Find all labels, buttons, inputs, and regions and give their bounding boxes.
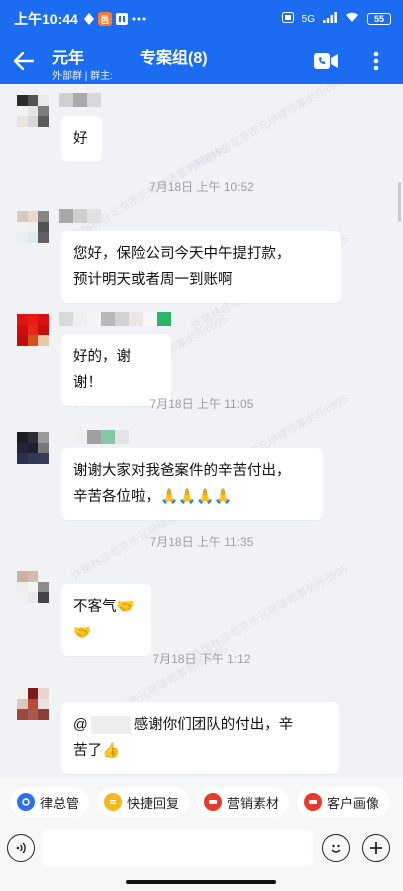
more-options-button[interactable] xyxy=(364,47,388,75)
chip-label: 客户画像 xyxy=(327,795,380,811)
avatar[interactable] xyxy=(17,95,49,127)
message-text: 苦了 xyxy=(73,743,102,759)
status-right: 5G 55 xyxy=(281,12,391,26)
avatar[interactable] xyxy=(17,211,49,243)
quick-action-chip[interactable]: 客户画像 xyxy=(297,787,390,817)
page-title: 专案组(8) xyxy=(140,50,208,67)
message-text: 感谢你们团队的付出，辛 xyxy=(133,717,294,733)
watermark: 许瑞林@北京市元甲律师事务所6995 xyxy=(189,563,351,663)
status-bar: 上午10:44 邑 5G 55 xyxy=(0,0,403,38)
mention-name-masked xyxy=(90,716,131,735)
sender-name-masked xyxy=(59,209,101,223)
chip-label: 营销素材 xyxy=(227,795,280,811)
system-home-bar xyxy=(0,872,403,891)
quick-action-chip[interactable]: 律总管 xyxy=(10,787,90,817)
wifi-icon xyxy=(345,12,359,26)
message-bubble[interactable]: 好 xyxy=(61,116,102,162)
chip-label: 律总管 xyxy=(40,795,80,811)
watermark: 许瑞林@北京市元甲律师事务所6995 xyxy=(189,84,351,173)
avatar[interactable] xyxy=(17,314,49,346)
chat-header: 元年 外部群 | 群主: 专案组(8) xyxy=(0,38,403,84)
message-input[interactable] xyxy=(43,830,313,866)
more-dots-icon xyxy=(132,17,146,21)
marketing-icon xyxy=(204,793,223,811)
status-time: 上午10:44 xyxy=(14,11,78,27)
chip-label: 快捷回复 xyxy=(127,795,180,811)
status-left-icons: 邑 xyxy=(83,12,146,26)
quick-action-chip[interactable]: 快捷回复 xyxy=(97,787,190,817)
voice-wave-icon xyxy=(16,842,26,854)
input-bar xyxy=(0,826,403,872)
message-text: 不客气 xyxy=(73,599,117,615)
thumbs-up-emoji-icon: 👍 xyxy=(102,743,121,759)
smiley-icon xyxy=(331,844,341,853)
message-line: 苦了👍 xyxy=(73,738,327,764)
time-separator: 7月18日 上午 11:35 xyxy=(149,535,254,549)
message-bubble[interactable]: 谢谢大家对我爸案件的辛苦付出， 辛苦各位啦，🙏🙏🙏🙏 xyxy=(61,448,323,520)
avatar[interactable] xyxy=(17,571,49,603)
vertical-dots-icon xyxy=(373,51,379,71)
chat-message-list[interactable]: 许瑞林@北京市元甲律师事务所6995 许瑞林@北京市元甲律师事务所6995 许瑞… xyxy=(0,84,403,778)
back-button[interactable] xyxy=(10,47,38,75)
time-separator: 7月18日 下午 1:12 xyxy=(152,652,251,666)
group-owner-name: 元年 xyxy=(52,50,85,67)
more-input-button[interactable] xyxy=(362,834,390,862)
message-line: 辛苦各位啦，🙏🙏🙏🙏 xyxy=(73,484,311,510)
back-arrow-icon xyxy=(14,52,34,70)
hd-icon xyxy=(281,12,294,26)
portrait-icon xyxy=(304,793,323,811)
message-line: 您好，保险公司今天中午提打款， xyxy=(73,246,291,262)
pray-emoji-icon: 🙏🙏🙏🙏 xyxy=(160,489,233,505)
sender-name-masked xyxy=(59,312,171,326)
lightning-icon xyxy=(104,793,123,811)
bars-app-icon xyxy=(115,13,128,25)
video-camera-icon xyxy=(314,53,338,69)
battery-icon: 55 xyxy=(367,13,391,25)
quick-action-chip[interactable]: 营销素材 xyxy=(197,787,290,817)
quick-actions-bar: 律总管 快捷回复 营销素材 客户画像 xyxy=(0,778,403,826)
group-meta: 外部群 | 群主: xyxy=(52,71,113,82)
time-separator: 7月18日 上午 11:05 xyxy=(149,397,254,411)
avatar[interactable] xyxy=(17,432,49,464)
message-line: 预计明天或者周一到账啊 xyxy=(73,272,233,288)
plus-icon xyxy=(370,842,382,854)
home-indicator[interactable] xyxy=(126,880,276,884)
message-bubble[interactable]: 不客气🤝🤝 xyxy=(61,584,151,656)
video-call-button[interactable] xyxy=(312,49,340,73)
sender-name-masked xyxy=(59,430,129,444)
message-bubble[interactable]: @ 感谢你们团队的付出，辛 苦了👍 xyxy=(61,702,339,774)
message-text: 辛苦各位啦， xyxy=(73,489,160,505)
voice-button[interactable] xyxy=(7,834,35,862)
time-separator: 7月18日 上午 10:52 xyxy=(149,180,254,194)
avatar[interactable] xyxy=(17,688,49,720)
location-icon xyxy=(83,13,94,25)
message-bubble[interactable]: 您好，保险公司今天中午提打款， 预计明天或者周一到账啊 xyxy=(61,231,341,303)
app-badge-icon: 邑 xyxy=(97,12,112,26)
signal-icon xyxy=(323,12,337,26)
emoji-button[interactable] xyxy=(322,834,350,862)
message-line: @ 感谢你们团队的付出，辛 xyxy=(73,712,327,738)
shield-icon xyxy=(17,793,35,811)
network-label: 5G xyxy=(301,13,315,25)
message-line: 谢谢大家对我爸案件的辛苦付出， xyxy=(73,463,291,479)
sender-name-masked xyxy=(59,93,101,107)
mention[interactable]: @ xyxy=(73,717,88,733)
